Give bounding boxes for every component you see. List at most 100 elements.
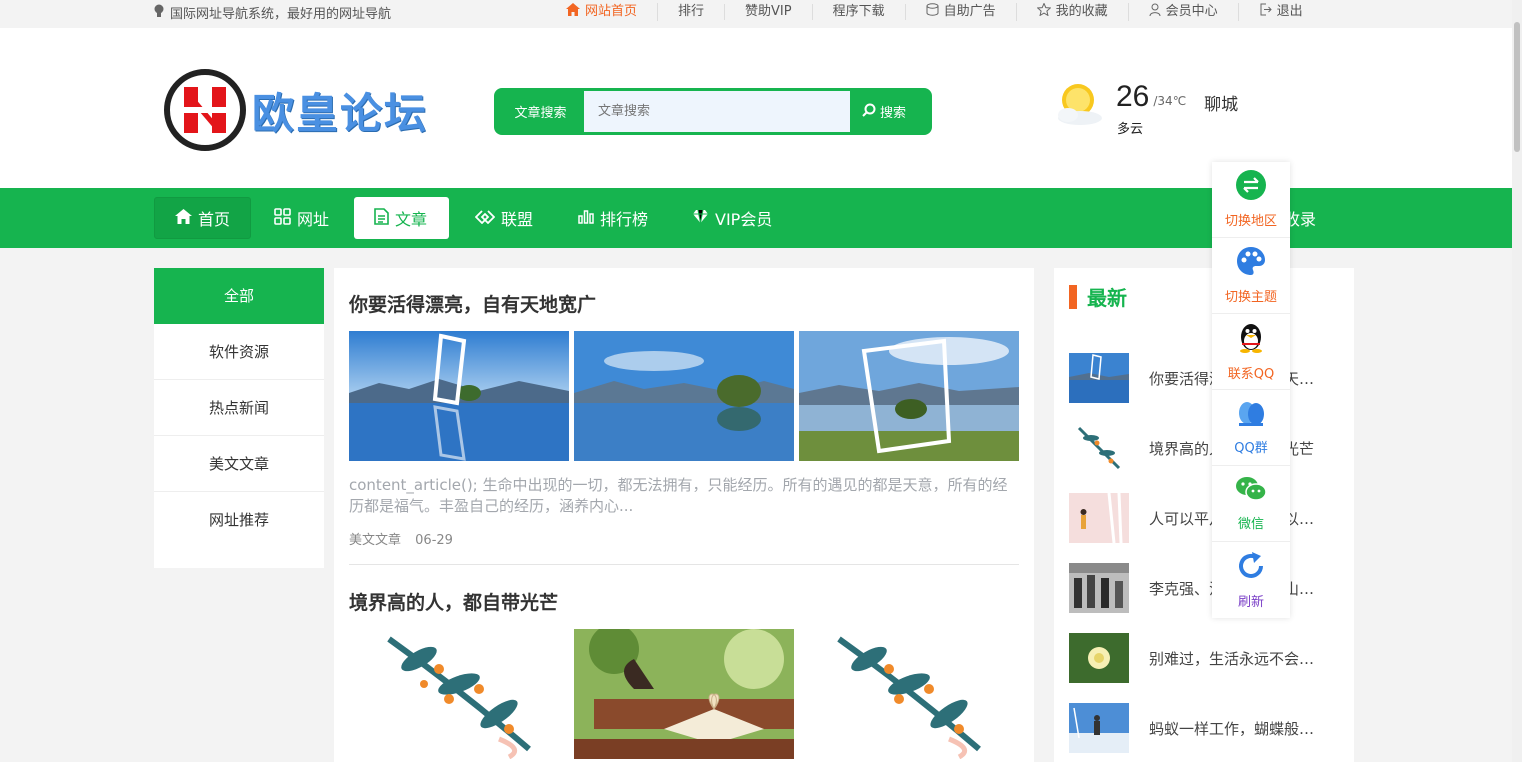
contact-qq-button[interactable]: 联系QQ — [1212, 314, 1290, 390]
switch-region-button[interactable]: 切换地区 — [1212, 162, 1290, 238]
top-link-home[interactable]: 网站首页 — [566, 3, 659, 21]
qq-group-button[interactable]: QQ群 — [1212, 390, 1290, 466]
search-button-label: 搜索 — [880, 106, 907, 121]
nav-item-sites[interactable]: 网址 — [254, 197, 349, 239]
search-input[interactable] — [584, 91, 850, 132]
top-link-label: 自助广告 — [943, 4, 996, 19]
latest-item[interactable]: 人可以平凡，但不可以… — [1069, 493, 1339, 543]
weather-widget: 26 /34℃ 聊城 多云 — [1054, 80, 1238, 137]
qq-penguin-icon — [1237, 321, 1265, 357]
top-link-member[interactable]: 会员中心 — [1129, 3, 1239, 21]
refresh-button[interactable]: 刷新 — [1212, 542, 1290, 618]
palette-icon — [1236, 246, 1266, 280]
top-link-label: 程序下载 — [832, 4, 885, 19]
nav-item-vip[interactable]: VIP会员 — [672, 197, 792, 239]
nav-item-articles[interactable]: 文章 — [354, 197, 449, 239]
latest-title: 最新 — [1087, 286, 1127, 310]
search-type-label[interactable]: 文章搜索 — [497, 102, 584, 121]
scrollbar-thumb[interactable] — [1514, 22, 1520, 152]
article-thumbnail[interactable] — [574, 331, 794, 461]
weather-range: /34℃ — [1153, 94, 1187, 108]
article-title[interactable]: 你要活得漂亮，自有天地宽广 — [349, 290, 1019, 317]
category-sites[interactable]: 网址推荐 — [154, 492, 324, 548]
article-title[interactable]: 境界高的人，都自带光芒 — [349, 588, 1019, 615]
wechat-button[interactable]: 微信 — [1212, 466, 1290, 542]
float-label: 切换地区 — [1224, 214, 1277, 229]
article-item: 你要活得漂亮，自有天地宽广 content_article(); 生命中出现的一… — [349, 290, 1019, 548]
top-link-label: 会员中心 — [1165, 4, 1218, 19]
top-bar: 国际网址导航系统，最好用的网址导航 网站首页 排行 赞助VIP 程序下载 自助广… — [0, 0, 1522, 24]
floating-toolbar: 切换地区 切换主题 联系QQ QQ群 微信 刷新 — [1212, 162, 1290, 618]
article-thumbnail[interactable] — [349, 331, 569, 461]
latest-item[interactable]: 李克强、汪洋、王岐山、李毅… — [1069, 563, 1339, 613]
top-link-download[interactable]: 程序下载 — [813, 4, 906, 20]
search-button[interactable]: 搜索 — [850, 102, 906, 121]
slogan-text: 国际网址导航系统，最好用的网址导航 — [170, 7, 392, 22]
nav-item-label: 网址 — [297, 210, 330, 229]
latest-item[interactable]: 蚂蚁一样工作，蝴蝶般… — [1069, 703, 1339, 753]
top-link-label: 排行 — [678, 4, 705, 19]
article-thumbnail[interactable] — [799, 629, 1019, 759]
article-date: 06-29 — [415, 533, 453, 548]
home-icon — [566, 3, 580, 21]
document-icon — [374, 207, 389, 229]
float-label: QQ群 — [1234, 441, 1268, 456]
latest-header: 最新 — [1069, 282, 1127, 311]
float-label: 刷新 — [1237, 594, 1264, 610]
top-link-ad[interactable]: 自助广告 — [906, 3, 1017, 21]
logo-emblem — [164, 69, 246, 151]
article-meta: 美文文章 06-29 — [349, 529, 1019, 548]
weather-temp: 26 — [1116, 80, 1150, 113]
user-icon — [1149, 3, 1161, 21]
top-link-logout[interactable]: 退出 — [1239, 3, 1323, 21]
search-box: 文章搜索 搜索 — [494, 88, 932, 135]
article-list: 你要活得漂亮，自有天地宽广 content_article(); 生命中出现的一… — [334, 268, 1034, 762]
qq-group-icon — [1235, 399, 1267, 431]
float-label: 微信 — [1237, 517, 1264, 532]
article-thumbnail[interactable] — [799, 331, 1019, 461]
top-link-label: 我的收藏 — [1055, 4, 1108, 19]
latest-item-title: 蚂蚁一样工作，蝴蝶般… — [1149, 719, 1315, 738]
nav-item-home[interactable]: 首页 — [154, 197, 252, 239]
nav-item-label: 联盟 — [501, 210, 534, 229]
site-logo[interactable]: 欧皇论坛 — [164, 68, 430, 152]
chart-icon — [578, 209, 594, 228]
latest-item-title: 别难过，生活永远不会… — [1149, 649, 1315, 668]
nav-item-alliance[interactable]: 联盟 — [455, 197, 553, 239]
logo-text: 欧皇论坛 — [252, 89, 429, 137]
top-link-rank[interactable]: 排行 — [658, 4, 726, 20]
category-software[interactable]: 软件资源 — [154, 324, 324, 380]
top-link-favorites[interactable]: 我的收藏 — [1017, 2, 1129, 21]
ad-icon — [926, 3, 939, 21]
top-link-label: 退出 — [1276, 4, 1303, 19]
latest-thumbnail — [1069, 423, 1129, 473]
latest-thumbnail — [1069, 353, 1129, 403]
article-thumbnail[interactable] — [349, 629, 569, 759]
category-hot-news[interactable]: 热点新闻 — [154, 380, 324, 436]
wechat-icon — [1235, 475, 1267, 507]
latest-item[interactable]: 你要活得漂亮，自有天… — [1069, 353, 1339, 403]
home-icon — [175, 208, 192, 228]
switch-theme-button[interactable]: 切换主题 — [1212, 238, 1290, 314]
lightbulb-icon — [154, 4, 164, 22]
nav-item-ranking[interactable]: 排行榜 — [558, 197, 668, 239]
top-link-label: 赞助VIP — [745, 4, 792, 19]
nav-item-label: VIP会员 — [715, 210, 773, 229]
top-link-vip[interactable]: 赞助VIP — [725, 4, 813, 20]
nav-item-label: 文章 — [395, 210, 428, 229]
latest-item[interactable]: 别难过，生活永远不会… — [1069, 633, 1339, 683]
link-icon — [474, 209, 496, 228]
latest-item[interactable]: 境界高的人，都自带光芒 — [1069, 423, 1339, 473]
slogan: 国际网址导航系统，最好用的网址导航 — [154, 3, 391, 22]
page-scrollbar[interactable] — [1512, 0, 1522, 762]
category-all[interactable]: 全部 — [154, 268, 324, 324]
article-divider — [349, 564, 1019, 565]
latest-thumbnail — [1069, 633, 1129, 683]
diamond-icon — [692, 209, 709, 228]
article-category[interactable]: 美文文章 — [349, 533, 401, 548]
article-thumbnail[interactable] — [574, 629, 794, 759]
category-essays[interactable]: 美文文章 — [154, 436, 324, 492]
weather-city[interactable]: 聊城 — [1204, 90, 1238, 115]
article-excerpt: content_article(); 生命中出现的一切，都无法拥有，只能经历。所… — [349, 476, 1008, 515]
latest-thumbnail — [1069, 563, 1129, 613]
